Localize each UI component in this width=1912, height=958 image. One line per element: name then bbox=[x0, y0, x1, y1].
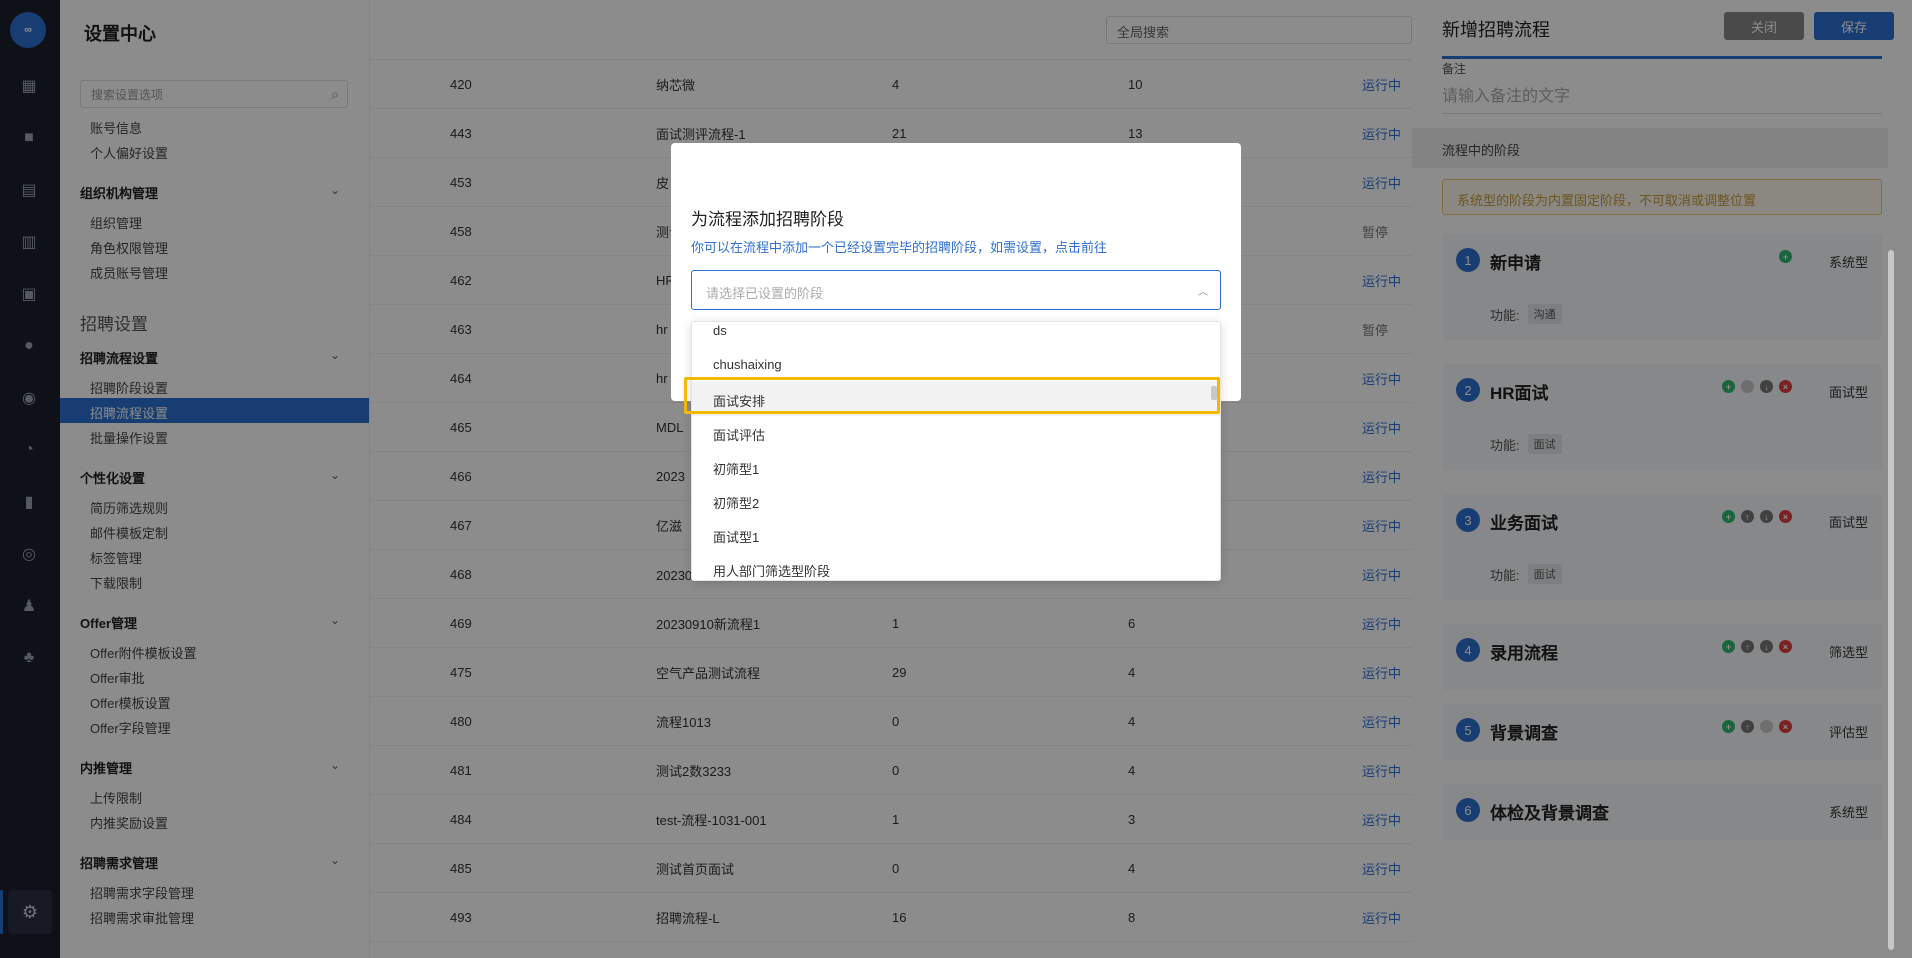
modal-title: 为流程添加招聘阶段 bbox=[691, 210, 844, 229]
dropdown-option[interactable]: 面试型1 bbox=[692, 518, 1220, 552]
dropdown-option[interactable]: 用人部门筛选型阶段 bbox=[692, 552, 1220, 580]
stage-select[interactable]: 请选择已设置的阶段 ︿ bbox=[691, 270, 1221, 310]
dropdown-option[interactable]: ds bbox=[692, 322, 1220, 348]
chevron-up-icon: ︿ bbox=[1198, 287, 1208, 298]
dropdown-option[interactable]: 初筛型2 bbox=[692, 484, 1220, 518]
stage-select-dropdown: ds chushaixing 面试安排 面试评估 初筛型1 初筛型2 面试型1 用人部门筛选型… bbox=[691, 321, 1221, 581]
modal-hint-link[interactable]: 你可以在流程中添加一个已经设置完毕的招聘阶段，如需设置，点击前往 bbox=[691, 237, 1107, 256]
drawer-scrollbar[interactable] bbox=[1886, 60, 1896, 950]
dropdown-option[interactable]: 初筛型1 bbox=[692, 450, 1220, 484]
dropdown-option[interactable]: 面试评估 bbox=[692, 416, 1220, 450]
drawer-mask bbox=[1412, 0, 1912, 958]
hover-highlight-frame bbox=[684, 377, 1220, 414]
dropdown-scrollbar[interactable] bbox=[1211, 386, 1217, 400]
